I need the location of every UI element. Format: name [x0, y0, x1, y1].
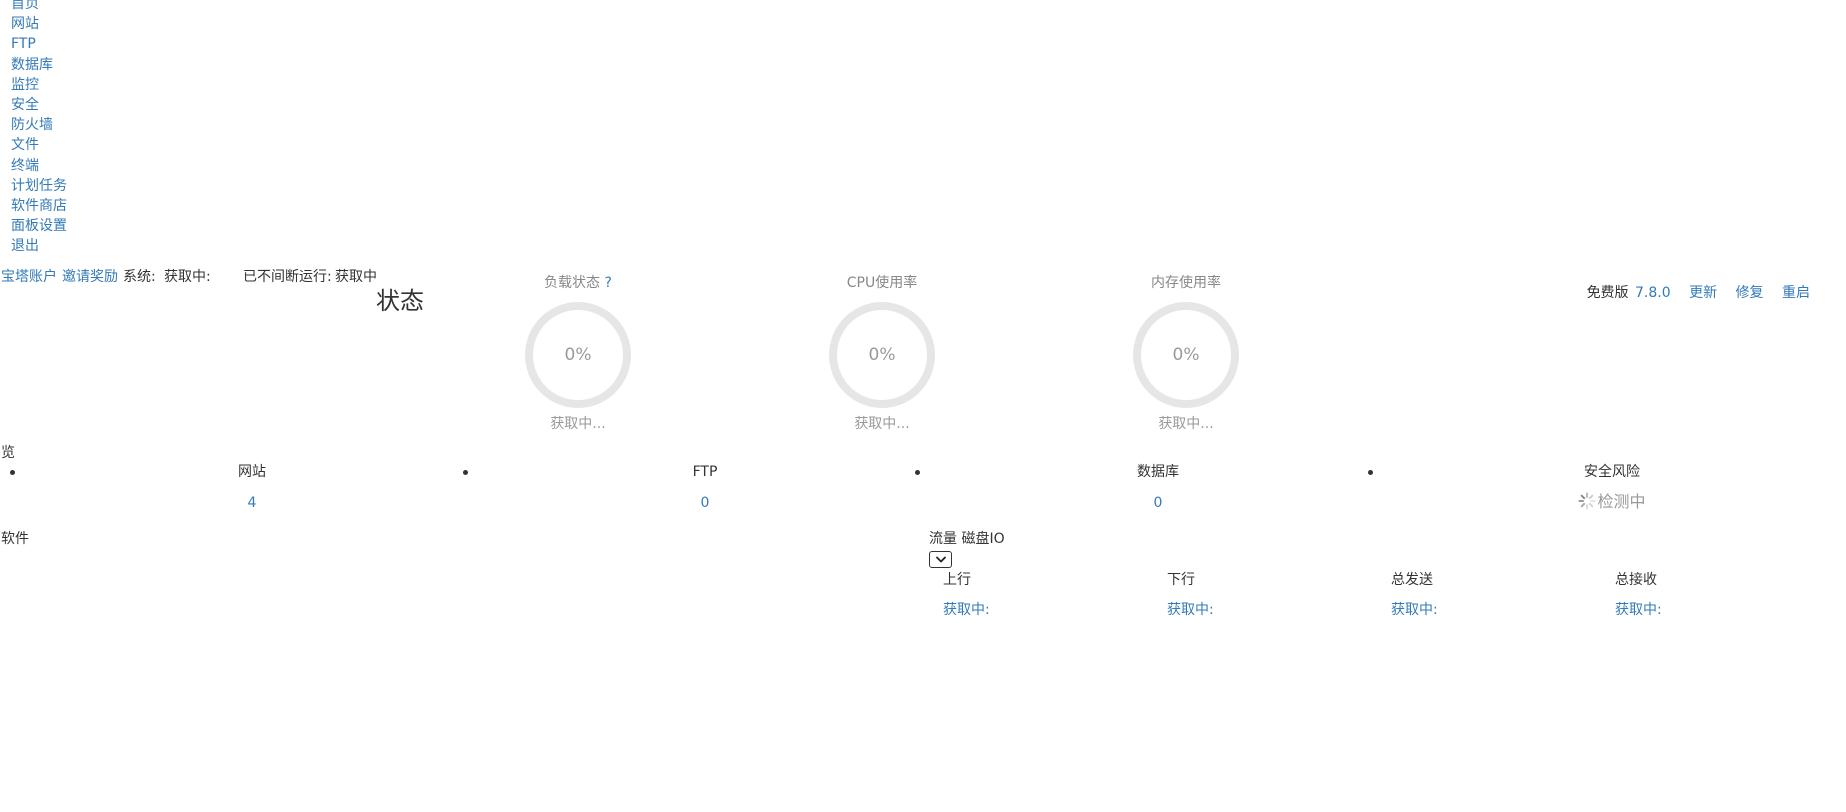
- overview-risk-text: 检测中: [1597, 492, 1646, 511]
- memory-gauge: 内存使用率 0% 获取中...: [1111, 274, 1261, 433]
- menu-item-files[interactable]: 文件: [11, 135, 67, 155]
- total-received-value[interactable]: 获取中:: [1615, 601, 1662, 619]
- overview-sites-label: 网站: [238, 464, 266, 480]
- menu-item-ftp[interactable]: FTP: [11, 34, 67, 54]
- cpu-status: 获取中...: [854, 416, 910, 432]
- menu-link-cron[interactable]: 计划任务: [11, 178, 67, 194]
- cpu-gauge: CPU使用率 0% 获取中...: [807, 274, 957, 433]
- system-label: 系统:: [123, 269, 156, 285]
- menu-item-security[interactable]: 安全: [11, 95, 67, 115]
- list-bullet: [915, 470, 920, 475]
- menu-link-security[interactable]: 安全: [11, 97, 39, 113]
- menu-item-cron[interactable]: 计划任务: [11, 176, 67, 196]
- upstream-label: 上行: [943, 572, 971, 588]
- menu-link-firewall[interactable]: 防火墙: [11, 117, 53, 133]
- loading-spinner-icon: [1578, 492, 1596, 510]
- total-sent-value[interactable]: 获取中:: [1391, 601, 1438, 619]
- repair-link[interactable]: 修复: [1736, 285, 1764, 301]
- traffic-tabs: 流量 磁盘IO: [929, 530, 1005, 548]
- version-bar: 免费版 7.8.0 更新 修复 重启: [1587, 284, 1810, 302]
- account-link[interactable]: 宝塔账户: [1, 268, 57, 286]
- memory-value: 0%: [1172, 345, 1200, 365]
- list-bullet: [463, 470, 468, 475]
- load-ring[interactable]: 0%: [525, 302, 631, 408]
- restart-link[interactable]: 重启: [1782, 285, 1810, 301]
- menu-item-database[interactable]: 数据库: [11, 55, 67, 75]
- total-received-label: 总接收: [1615, 572, 1657, 588]
- menu-link-terminal[interactable]: 终端: [11, 158, 39, 174]
- load-gauge: 负载状态 ? 0% 获取中...: [503, 274, 653, 433]
- menu-item-monitor[interactable]: 监控: [11, 75, 67, 95]
- cpu-ring[interactable]: 0%: [829, 302, 935, 408]
- menu-item-settings[interactable]: 面板设置: [11, 216, 67, 236]
- menu-link-store[interactable]: 软件商店: [11, 198, 67, 214]
- menu-link-sites[interactable]: 网站: [11, 16, 39, 32]
- software-title: 软件: [1, 531, 29, 547]
- invite-link[interactable]: 邀请奖励: [62, 268, 118, 286]
- cpu-gauge-title: CPU使用率: [846, 275, 918, 291]
- downstream-label: 下行: [1167, 572, 1195, 588]
- memory-gauge-title: 内存使用率: [1151, 275, 1221, 291]
- overview-database-label: 数据库: [1137, 464, 1179, 480]
- load-help-icon[interactable]: ?: [605, 275, 612, 291]
- menu-item-logout[interactable]: 退出: [11, 236, 67, 256]
- version-number[interactable]: 7.8.0: [1635, 285, 1671, 301]
- menu-item-terminal[interactable]: 终端: [11, 156, 67, 176]
- memory-status: 获取中...: [1158, 416, 1214, 432]
- load-gauge-title: 负载状态: [544, 275, 601, 291]
- menu-link-files[interactable]: 文件: [11, 137, 39, 153]
- downstream-value[interactable]: 获取中:: [1167, 601, 1214, 619]
- memory-ring[interactable]: 0%: [1133, 302, 1239, 408]
- uptime-label: 已不间断运行:: [243, 269, 332, 285]
- chevron-down-icon: [935, 556, 946, 563]
- load-value: 0%: [564, 345, 592, 365]
- menu-link-home[interactable]: 首页: [11, 0, 39, 12]
- menu-item-home[interactable]: 首页: [11, 0, 67, 14]
- overview-ftp-label: FTP: [692, 464, 718, 480]
- status-title: 状态: [376, 287, 424, 315]
- sidebar-menu: 首页 网站 FTP 数据库 监控 安全 防火墙 文件 终端 计划任务 软件商店 …: [11, 0, 67, 256]
- overview-risk-label: 安全风险: [1584, 464, 1640, 480]
- list-bullet: [10, 470, 15, 475]
- tab-disk-io[interactable]: 磁盘IO: [961, 531, 1004, 547]
- menu-link-logout[interactable]: 退出: [11, 238, 39, 254]
- menu-link-database[interactable]: 数据库: [11, 57, 53, 73]
- menu-link-settings[interactable]: 面板设置: [11, 218, 67, 234]
- overview-sites-count[interactable]: 4: [192, 494, 312, 512]
- menu-link-monitor[interactable]: 监控: [11, 77, 39, 93]
- tab-traffic[interactable]: 流量: [929, 531, 957, 547]
- overview-ftp-count[interactable]: 0: [645, 494, 765, 512]
- cpu-value: 0%: [868, 345, 896, 365]
- upstream-value[interactable]: 获取中:: [943, 601, 990, 619]
- menu-link-ftp[interactable]: FTP: [11, 36, 36, 52]
- list-bullet: [1368, 470, 1373, 475]
- menu-item-store[interactable]: 软件商店: [11, 196, 67, 216]
- edition-label: 免费版: [1586, 285, 1629, 301]
- traffic-select[interactable]: [929, 551, 952, 568]
- uptime-value: 获取中: [335, 269, 377, 285]
- overview-title: 览: [1, 445, 15, 461]
- menu-item-firewall[interactable]: 防火墙: [11, 115, 67, 135]
- menu-item-sites[interactable]: 网站: [11, 14, 67, 34]
- system-value: 获取中:: [164, 269, 211, 285]
- overview-risk-status[interactable]: 检测中: [1552, 492, 1672, 511]
- overview-database-count[interactable]: 0: [1098, 494, 1218, 512]
- total-sent-label: 总发送: [1391, 572, 1433, 588]
- update-link[interactable]: 更新: [1689, 285, 1717, 301]
- load-status: 获取中...: [550, 416, 606, 432]
